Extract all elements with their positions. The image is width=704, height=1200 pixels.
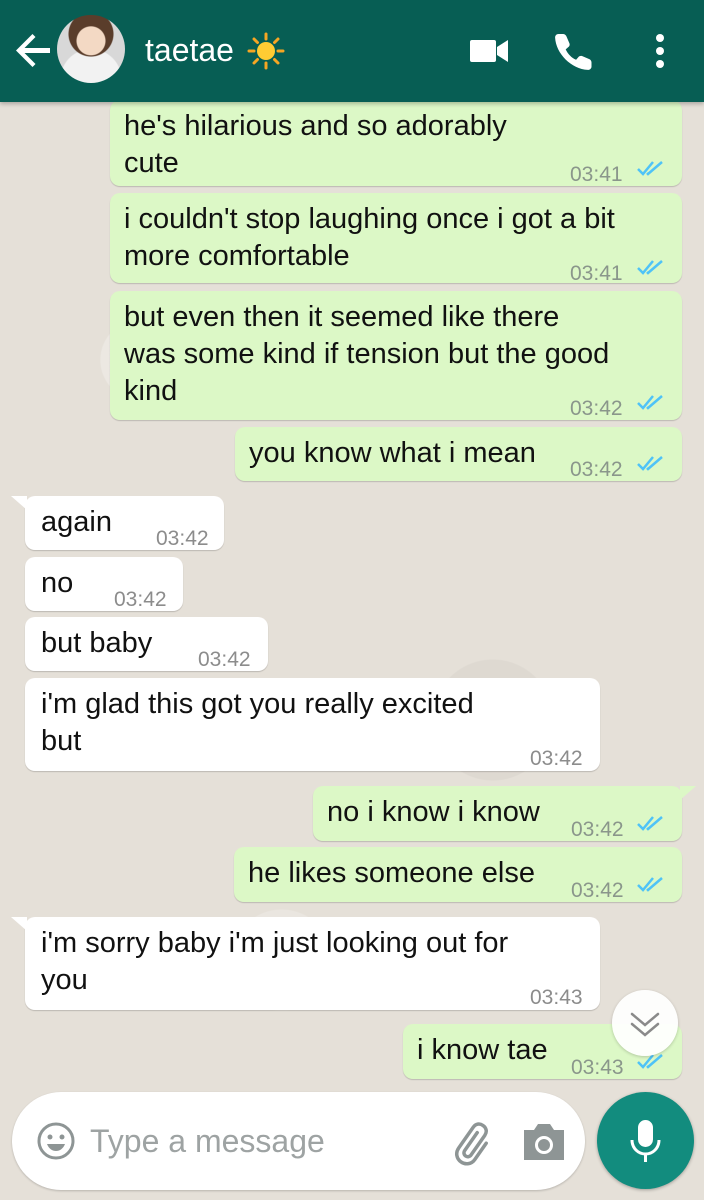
contact-avatar[interactable]	[57, 15, 125, 83]
message-text: no	[41, 567, 74, 599]
microphone-icon	[630, 1120, 661, 1162]
message-time: 03:42	[570, 397, 623, 420]
message-bubble-outgoing[interactable]: he likes someone else 03:42	[234, 847, 682, 902]
message-time: 03:42	[530, 747, 583, 770]
message-bubble-outgoing[interactable]: i couldn't stop laughing once i got a bi…	[110, 193, 682, 285]
attach-icon[interactable]	[452, 1119, 500, 1167]
message-text: you know what i mean	[249, 437, 536, 469]
message-bubble-outgoing[interactable]: but even then it seemed like there was s…	[110, 291, 682, 420]
contact-name[interactable]: taetae	[145, 28, 234, 72]
message-bubble-outgoing[interactable]: no i know i know 03:42	[313, 786, 696, 841]
read-ticks-icon	[637, 395, 663, 410]
video-call-icon[interactable]	[468, 30, 510, 72]
message-bubble-outgoing[interactable]: he's hilarious and so adorably cute 03:4…	[110, 100, 682, 186]
message-time: 03:41	[570, 262, 623, 285]
bubble-tail	[680, 786, 696, 800]
bubble-tail	[11, 496, 27, 510]
read-ticks-icon	[637, 260, 663, 275]
read-ticks-icon	[637, 877, 663, 892]
message-text: i'm sorry baby i'm just looking out for …	[41, 927, 509, 996]
message-text: i'm glad this got you really excited but	[41, 688, 474, 757]
message-text: but even then it seemed like there was s…	[124, 301, 610, 407]
message-text: but baby	[41, 627, 153, 659]
message-time: 03:42	[156, 527, 209, 550]
message-bubble-incoming[interactable]: again 03:42	[11, 496, 224, 550]
mic-button[interactable]	[597, 1092, 694, 1189]
message-composer[interactable]: Type a message	[12, 1092, 585, 1190]
read-ticks-icon	[637, 816, 663, 831]
camera-icon[interactable]	[520, 1120, 568, 1164]
message-bubble-incoming[interactable]: i'm sorry baby i'm just looking out for …	[11, 917, 600, 1010]
message-text: i know tae	[417, 1034, 548, 1066]
more-vert-icon[interactable]	[648, 30, 672, 72]
emoji-icon[interactable]	[36, 1121, 76, 1161]
sun-emoji-icon	[247, 32, 285, 70]
message-bubble-outgoing[interactable]: you know what i mean 03:42	[235, 427, 682, 481]
phone-icon[interactable]	[553, 30, 595, 72]
message-text: no i know i know	[327, 796, 540, 828]
chat-header: taetae	[0, 0, 704, 102]
message-bubble-incoming[interactable]: no 03:42	[25, 557, 183, 611]
message-input[interactable]: Type a message	[90, 1120, 325, 1162]
message-time: 03:42	[114, 588, 167, 611]
message-time: 03:41	[570, 163, 623, 186]
message-bubble-incoming[interactable]: but baby 03:42	[25, 617, 268, 671]
message-text: i couldn't stop laughing once i got a bi…	[124, 203, 615, 272]
message-time: 03:42	[571, 879, 624, 902]
back-arrow-icon[interactable]	[14, 30, 54, 70]
read-ticks-icon	[637, 456, 663, 471]
message-time: 03:42	[198, 648, 251, 671]
message-text: again	[41, 506, 112, 538]
message-bubble-incoming[interactable]: i'm glad this got you really excited but…	[25, 678, 600, 771]
message-time: 03:42	[570, 458, 623, 481]
message-text: he's hilarious and so adorably cute	[124, 110, 507, 179]
read-ticks-icon	[637, 161, 663, 176]
bubble-tail	[11, 917, 27, 931]
message-time: 03:42	[571, 818, 624, 841]
scroll-to-bottom-button[interactable]	[612, 990, 678, 1056]
message-time: 03:43	[530, 986, 583, 1009]
message-text: he likes someone else	[248, 857, 535, 889]
chevron-down-icon	[630, 1012, 660, 1037]
